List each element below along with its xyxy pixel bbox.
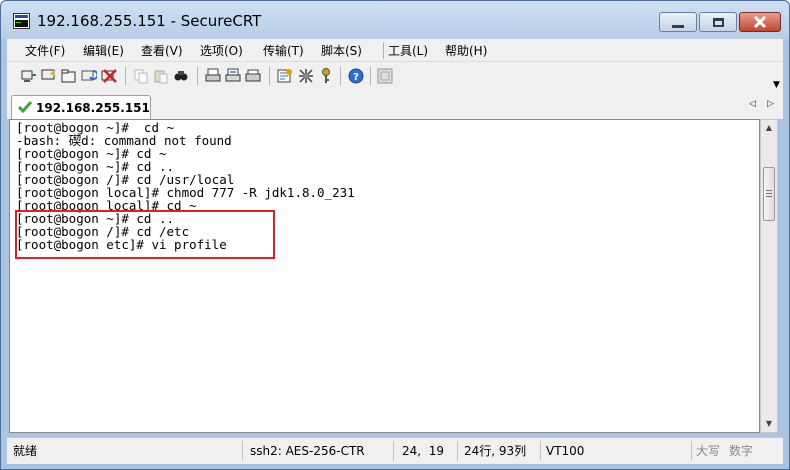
print-icon[interactable] bbox=[205, 68, 221, 84]
minimize-icon bbox=[672, 24, 684, 28]
session-tab-bar: 192.168.255.151 ◁ ▷ bbox=[7, 91, 783, 119]
toolbar-overflow-icon[interactable]: ▼ bbox=[773, 80, 780, 90]
session-options-icon[interactable] bbox=[277, 68, 293, 84]
maximize-icon bbox=[712, 17, 724, 27]
status-ready: 就绪 bbox=[13, 444, 38, 458]
menu-help[interactable]: 帮助(H) bbox=[445, 42, 487, 59]
status-terminal-size: 24行, 93列 bbox=[464, 444, 527, 458]
close-button[interactable] bbox=[739, 12, 781, 32]
toolbar-divider bbox=[269, 67, 270, 85]
status-cipher: ssh2: AES-256-CTR bbox=[250, 444, 365, 458]
grip-line bbox=[766, 193, 772, 194]
tab-scroll-right-icon[interactable]: ▷ bbox=[767, 99, 774, 109]
menu-bar: 文件(F) 编辑(E) 查看(V) 选项(O) 传输(T) 脚本(S) 工具(L… bbox=[7, 39, 783, 61]
toolbar-divider bbox=[340, 67, 341, 85]
copy-icon[interactable] bbox=[133, 68, 149, 84]
toolbar-divider bbox=[197, 67, 198, 85]
session-tab-label: 192.168.255.151 bbox=[36, 101, 150, 115]
global-options-icon[interactable] bbox=[298, 68, 314, 84]
connect-in-tab-icon[interactable] bbox=[61, 68, 77, 84]
securecrt-window: 192.168.255.151 - SecureCRT 文件(F) 编辑(E) … bbox=[0, 0, 790, 470]
menu-view[interactable]: 查看(V) bbox=[141, 42, 183, 59]
help-icon[interactable]: ? bbox=[348, 68, 364, 84]
reconnect-icon[interactable] bbox=[81, 68, 97, 84]
status-divider bbox=[457, 441, 458, 461]
terminal-screen[interactable]: [root@bogon ~]# cd ~ -bash: 碶d: command … bbox=[9, 119, 760, 433]
scroll-down-icon[interactable]: ▼ bbox=[761, 416, 777, 432]
toolbar-divider bbox=[370, 67, 371, 85]
status-divider bbox=[242, 441, 243, 461]
status-terminal-type: VT100 bbox=[546, 444, 585, 458]
paste-icon[interactable] bbox=[153, 68, 169, 84]
status-divider bbox=[393, 441, 394, 461]
title-bar[interactable]: 192.168.255.151 - SecureCRT bbox=[1, 1, 789, 39]
tab-scroll-left-icon[interactable]: ◁ bbox=[749, 99, 756, 109]
menu-tools[interactable]: 工具(L) bbox=[388, 42, 428, 59]
find-icon[interactable] bbox=[173, 68, 189, 84]
print-selection-icon[interactable] bbox=[225, 68, 241, 84]
status-bar: 就绪 ssh2: AES-256-CTR 24, 19 24行, 93列 VT1… bbox=[7, 437, 783, 464]
maximize-button[interactable] bbox=[699, 12, 737, 32]
menu-divider bbox=[383, 42, 384, 59]
disconnect-icon[interactable] bbox=[101, 68, 117, 84]
key-icon[interactable] bbox=[318, 68, 334, 84]
scroll-up-icon[interactable]: ▲ bbox=[761, 120, 777, 136]
red-highlight-box bbox=[15, 210, 275, 259]
scrollbar-thumb[interactable] bbox=[763, 167, 775, 221]
securecrt-app-icon bbox=[13, 13, 30, 29]
toolbar-divider bbox=[125, 67, 126, 85]
menu-file[interactable]: 文件(F) bbox=[25, 42, 65, 59]
toolbar: ? ▼ bbox=[7, 61, 783, 92]
minimize-button[interactable] bbox=[659, 12, 697, 32]
svg-text:?: ? bbox=[353, 72, 359, 83]
status-caps-lock: 大写 bbox=[696, 444, 721, 458]
grip-line bbox=[766, 190, 772, 191]
connected-check-icon bbox=[18, 101, 32, 113]
close-icon bbox=[753, 16, 767, 28]
menu-edit[interactable]: 编辑(E) bbox=[83, 42, 124, 59]
status-divider bbox=[691, 441, 692, 461]
status-cursor-position: 24, 19 bbox=[402, 444, 444, 458]
status-num-lock: 数字 bbox=[729, 444, 754, 458]
menu-transfer[interactable]: 传输(T) bbox=[263, 42, 304, 59]
status-divider bbox=[540, 441, 541, 461]
session-tab[interactable]: 192.168.255.151 bbox=[11, 95, 151, 119]
grip-line bbox=[766, 196, 772, 197]
menu-script[interactable]: 脚本(S) bbox=[321, 42, 362, 59]
window-title: 192.168.255.151 - SecureCRT bbox=[37, 12, 262, 30]
menu-options[interactable]: 选项(O) bbox=[200, 42, 243, 59]
quick-connect-icon[interactable] bbox=[41, 68, 57, 84]
terminal-scrollbar[interactable]: ▲ ▼ bbox=[760, 119, 778, 433]
connect-icon[interactable] bbox=[21, 68, 37, 84]
unknown-icon[interactable] bbox=[377, 68, 393, 84]
print-setup-icon[interactable] bbox=[245, 68, 261, 84]
